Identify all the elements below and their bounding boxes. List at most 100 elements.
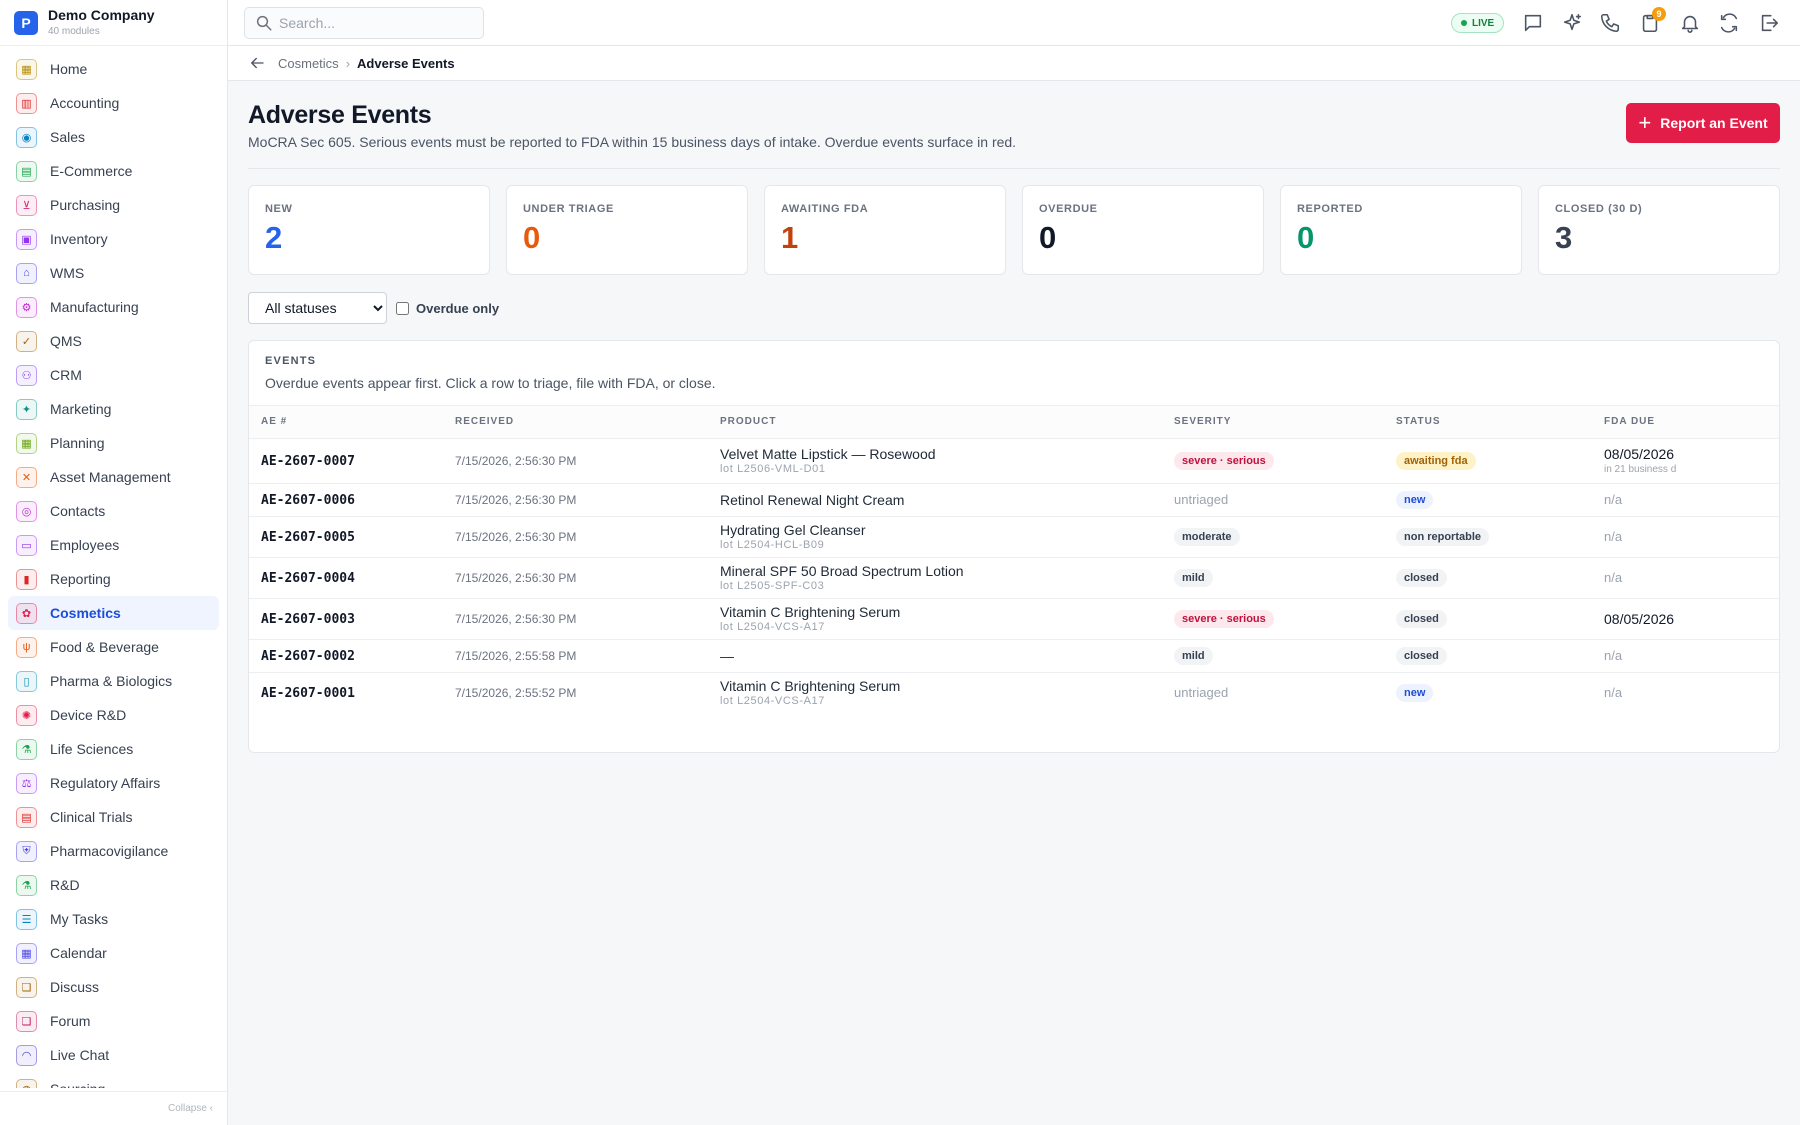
stat-value: 2 (265, 220, 283, 255)
sidebar-item-live-chat[interactable]: ◠ Live Chat (8, 1038, 219, 1072)
sidebar-item-pharma-biologics[interactable]: ▯ Pharma & Biologics (8, 664, 219, 698)
events-subtitle: Overdue events appear first. Click a row… (265, 375, 716, 391)
column-header-severity[interactable]: SEVERITY (1174, 406, 1396, 439)
stat-card-overdue[interactable]: OVERDUE 0 (1022, 185, 1264, 275)
ae-number[interactable]: AE-2607-0002 (261, 649, 355, 664)
breadcrumb-current: Adverse Events (357, 55, 455, 71)
sidebar-item-contacts[interactable]: ◎ Contacts (8, 494, 219, 528)
stat-card-under-triage[interactable]: UNDER TRIAGE 0 (506, 185, 748, 275)
search-box[interactable] (244, 7, 484, 39)
collapse-sidebar-button[interactable]: Collapse ‹ (0, 1091, 227, 1125)
chat-icon[interactable] (1521, 11, 1545, 35)
severity-badge: mild (1174, 568, 1213, 587)
ae-number[interactable]: AE-2607-0007 (261, 454, 355, 469)
sidebar-item-home[interactable]: ▦ Home (8, 52, 219, 86)
report-event-button[interactable]: + Report an Event (1626, 103, 1780, 143)
stat-card-awaiting-fda[interactable]: AWAITING FDA 1 (764, 185, 1006, 275)
breadcrumb-parent-link[interactable]: Cosmetics (278, 56, 339, 71)
table-row[interactable]: AE-2607-0004 7/15/2026, 2:56:30 PM Mineral… (249, 557, 1779, 599)
table-row[interactable]: AE-2607-0003 7/15/2026, 2:56:30 PM Vitamin… (249, 598, 1779, 640)
column-header-ae[interactable]: AE # (249, 406, 455, 439)
received-cell: 7/15/2026, 2:56:30 PM (455, 516, 720, 558)
stat-card-closed-30-d[interactable]: CLOSED (30 D) 3 (1538, 185, 1780, 275)
sidebar-item-e-commerce[interactable]: ▤ E-Commerce (8, 154, 219, 188)
sidebar-item-accounting[interactable]: ▥ Accounting (8, 86, 219, 120)
sidebar-item-cosmetics[interactable]: ✿ Cosmetics (8, 596, 219, 630)
back-arrow-icon[interactable] (248, 54, 266, 72)
status-badge: new (1396, 490, 1434, 509)
sidebar-item-sales[interactable]: ◉ Sales (8, 120, 219, 154)
sidebar-item-label: Accounting (50, 95, 120, 111)
sidebar-item-inventory[interactable]: ▣ Inventory (8, 222, 219, 256)
severity-badge: mild (1174, 646, 1213, 665)
sidebar-item-employees[interactable]: ▭ Employees (8, 528, 219, 562)
table-row[interactable]: AE-2607-0005 7/15/2026, 2:56:30 PM Hydrati… (249, 516, 1779, 558)
sidebar-item-marketing[interactable]: ✦ Marketing (8, 392, 219, 426)
table-row[interactable]: AE-2607-0007 7/15/2026, 2:56:30 PM Velvet … (249, 438, 1779, 484)
column-header-fda-due[interactable]: FDA DUE (1604, 406, 1779, 439)
status-badge: closed (1396, 609, 1447, 628)
ae-number[interactable]: AE-2607-0006 (261, 493, 355, 508)
sidebar-item-pharmacovigilance[interactable]: ⛨ Pharmacovigilance (8, 834, 219, 868)
sidebar-item-regulatory-affairs[interactable]: ⚖ Regulatory Affairs (8, 766, 219, 800)
sidebar-item-calendar[interactable]: ▦ Calendar (8, 936, 219, 970)
sidebar-item-life-sciences[interactable]: ⚗ Life Sciences (8, 732, 219, 766)
brand[interactable]: P Demo Company 40 modules (0, 0, 227, 46)
sidebar-item-planning[interactable]: ▦ Planning (8, 426, 219, 460)
received-date: 7/15/2026, 2:55:58 PM (455, 649, 577, 663)
sidebar-item-discuss[interactable]: ❏ Discuss (8, 970, 219, 1004)
table-row[interactable]: AE-2607-0006 7/15/2026, 2:56:30 PM Retinol… (249, 483, 1779, 517)
sidebar-item-purchasing[interactable]: ⊻ Purchasing (8, 188, 219, 222)
sidebar-item-label: My Tasks (50, 911, 109, 927)
received-cell: 7/15/2026, 2:56:30 PM (455, 438, 720, 484)
sidebar-item-device-r-d[interactable]: ✺ Device R&D (8, 698, 219, 732)
stat-value: 0 (1297, 220, 1315, 255)
sidebar-item-forum[interactable]: ❏ Forum (8, 1004, 219, 1038)
sidebar-item-label: Device R&D (50, 707, 127, 723)
column-header-status[interactable]: STATUS (1396, 406, 1604, 439)
table-row[interactable]: AE-2607-0002 7/15/2026, 2:55:58 PM — mild cl… (249, 639, 1779, 673)
cog-icon: ✺ (16, 704, 37, 726)
logout-icon[interactable] (1757, 11, 1781, 35)
sidebar-item-label: Discuss (50, 979, 100, 995)
table-row[interactable]: AE-2607-0001 7/15/2026, 2:55:52 PM Vitamin… (249, 672, 1779, 713)
sidebar-item-wms[interactable]: ⌂ WMS (8, 256, 219, 290)
topbar: LIVE 9 (228, 0, 1800, 46)
ae-number[interactable]: AE-2607-0004 (261, 571, 355, 586)
ae-number[interactable]: AE-2607-0003 (261, 612, 355, 627)
bell-icon[interactable] (1678, 11, 1702, 35)
sidebar-item-qms[interactable]: ✓ QMS (8, 324, 219, 358)
sidebar-item-label: Pharma & Biologics (50, 673, 173, 689)
search-input[interactable] (279, 15, 469, 31)
status-filter-select[interactable]: All statuses (248, 292, 387, 324)
brand-logo: P (14, 10, 38, 35)
stat-card-new[interactable]: NEW 2 (248, 185, 490, 275)
sidebar-item-label: Food & Beverage (50, 639, 159, 655)
sidebar-item-crm[interactable]: ⚇ CRM (8, 358, 219, 392)
phone-icon[interactable] (1598, 11, 1622, 35)
column-header-received[interactable]: RECEIVED (455, 406, 720, 439)
clipboard-badge-icon[interactable]: 9 (1638, 7, 1666, 35)
sparkle-icon[interactable] (1560, 11, 1584, 35)
sidebar-item-reporting[interactable]: ▮ Reporting (8, 562, 219, 596)
sidebar-item-r-d[interactable]: ⚗ R&D (8, 868, 219, 902)
sidebar-item-label: Cosmetics (50, 605, 121, 621)
sidebar-item-manufacturing[interactable]: ⚙ Manufacturing (8, 290, 219, 324)
column-header-product[interactable]: PRODUCT (720, 406, 1174, 439)
product-cell: Mineral SPF 50 Broad Spectrum Lotion lot … (720, 557, 1174, 599)
notification-count-badge: 9 (1652, 7, 1666, 21)
ae-number[interactable]: AE-2607-0001 (261, 686, 355, 701)
severity-badge: moderate (1174, 527, 1240, 546)
sidebar-item-my-tasks[interactable]: ☰ My Tasks (8, 902, 219, 936)
status-badge: new (1396, 683, 1434, 702)
received-date: 7/15/2026, 2:56:30 PM (455, 571, 577, 585)
sidebar-item-clinical-trials[interactable]: ▤ Clinical Trials (8, 800, 219, 834)
stat-card-reported[interactable]: REPORTED 0 (1280, 185, 1522, 275)
ae-number[interactable]: AE-2607-0005 (261, 530, 355, 545)
overdue-only-toggle[interactable]: Overdue only (396, 301, 499, 316)
refresh-icon[interactable] (1717, 11, 1741, 35)
sidebar-item-sourcing[interactable]: ◍ Sourcing (8, 1072, 219, 1088)
overdue-only-checkbox[interactable] (396, 301, 409, 315)
sidebar-item-food-beverage[interactable]: ψ Food & Beverage (8, 630, 219, 664)
sidebar-item-asset-management[interactable]: ✕ Asset Management (8, 460, 219, 494)
